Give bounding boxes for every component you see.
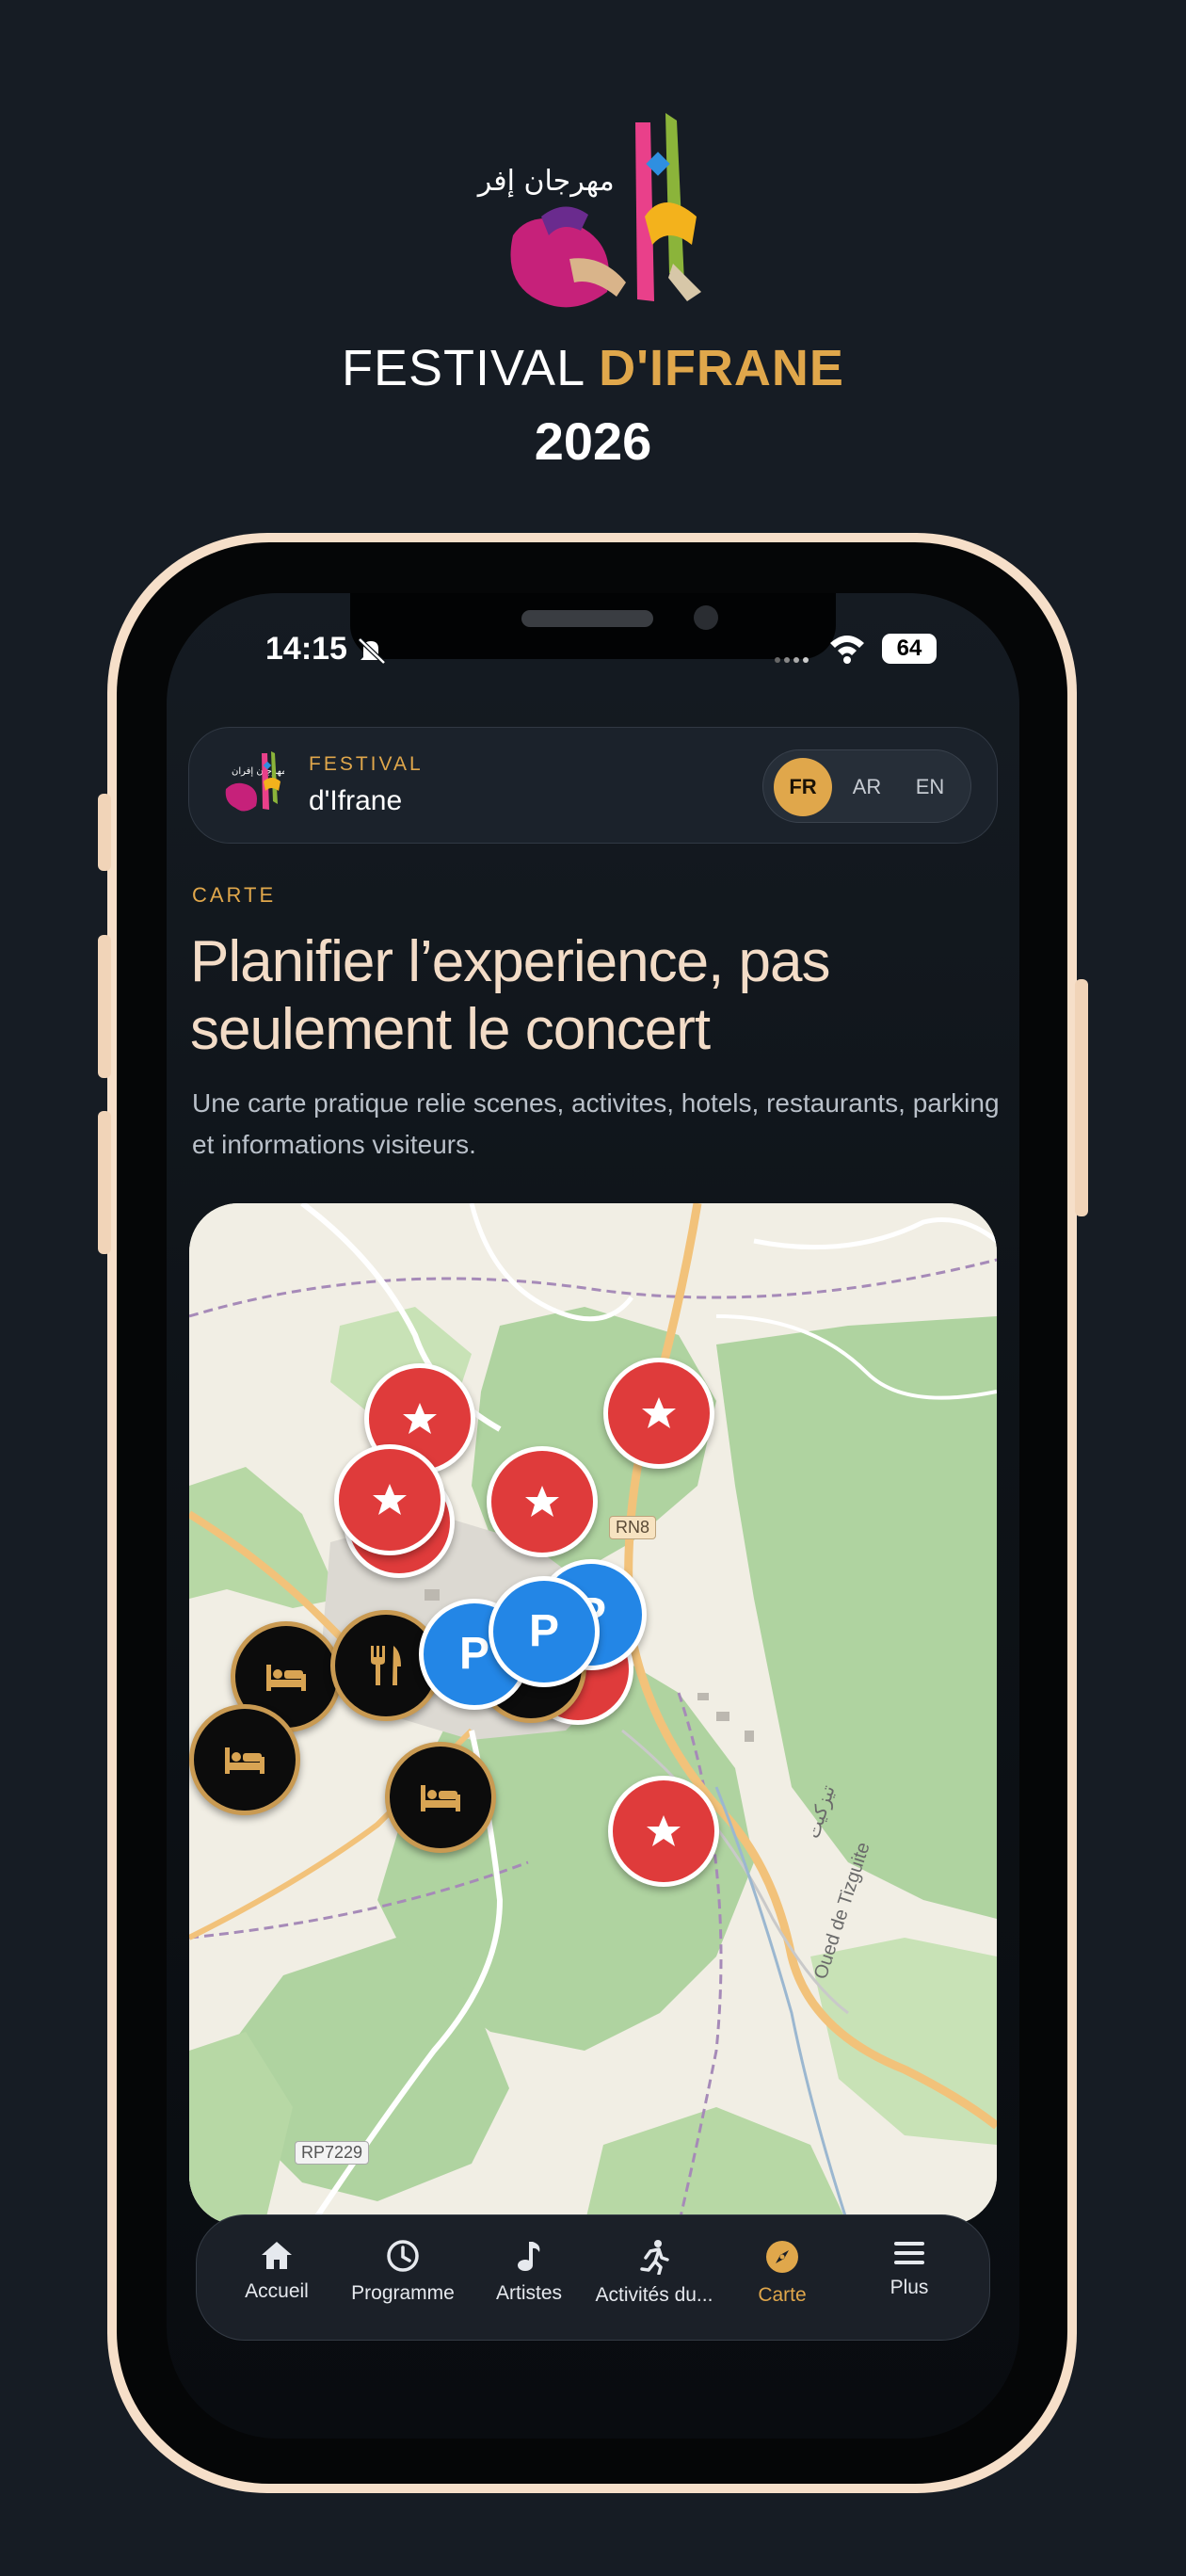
star-icon	[647, 1815, 681, 1846]
nav-item-carte[interactable]: Carte	[721, 2239, 843, 2307]
road-label-rp7229: RP7229	[295, 2141, 370, 2165]
lang-button-fr[interactable]: FR	[774, 758, 832, 816]
nav-label: Artistes	[495, 2282, 562, 2304]
nav-label: Activités du...	[595, 2284, 713, 2306]
star-icon	[373, 1484, 407, 1515]
side-button	[98, 1111, 111, 1254]
status-time: 14:15	[265, 631, 347, 667]
speaker-grille	[521, 610, 653, 627]
lang-button-en[interactable]: EN	[901, 758, 959, 816]
stage-marker[interactable]	[603, 1358, 714, 1469]
stage-marker[interactable]	[608, 1776, 719, 1887]
promo-year: 2026	[534, 411, 652, 471]
clock-icon	[387, 2240, 419, 2272]
fork-knife-icon	[371, 1646, 401, 1685]
section-eyebrow: CARTE	[192, 883, 277, 907]
star-icon	[403, 1403, 437, 1434]
stage-marker[interactable]	[334, 1444, 445, 1555]
header-kicker: FESTIVAL	[309, 753, 424, 775]
battery-icon: 64	[882, 634, 937, 664]
nav-label: Accueil	[245, 2280, 309, 2302]
nav-item-artistes[interactable]: Artistes	[468, 2239, 590, 2305]
lang-button-ar[interactable]: AR	[838, 758, 896, 816]
bed-icon	[266, 1665, 306, 1691]
parking-marker[interactable]: P	[489, 1576, 600, 1687]
hotel-marker[interactable]	[385, 1742, 496, 1853]
nav-item-plus[interactable]: Plus	[848, 2239, 970, 2299]
side-button	[98, 935, 111, 1078]
nav-label: Plus	[890, 2277, 929, 2298]
nav-item-activites[interactable]: Activités du...	[593, 2239, 715, 2307]
road-label-rn8: RN8	[609, 1516, 657, 1539]
parking-icon: P	[528, 1606, 559, 1656]
menu-icon	[894, 2242, 924, 2264]
running-icon	[640, 2240, 669, 2275]
music-note-icon	[518, 2242, 540, 2271]
app-logo[interactable]: مهرجان إفران	[218, 748, 286, 819]
nav-label: Programme	[351, 2282, 455, 2304]
side-button	[98, 794, 111, 871]
hotel-marker[interactable]	[189, 1704, 300, 1815]
home-icon	[262, 2242, 292, 2269]
wifi-icon	[828, 632, 866, 664]
promo-title-plain: FESTIVAL	[342, 340, 600, 396]
bed-icon	[421, 1785, 460, 1811]
front-camera	[694, 605, 718, 630]
promo-title-accent: D'IFRANE	[599, 340, 844, 396]
nav-item-programme[interactable]: Programme	[342, 2239, 464, 2305]
page-headline: Planifier l’experience, pas seulement le…	[190, 929, 831, 1062]
nav-item-accueil[interactable]: Accueil	[216, 2239, 338, 2303]
star-icon	[642, 1397, 676, 1428]
mute-bell-icon	[356, 636, 388, 665]
festival-logo: مهرجان إفران	[449, 104, 711, 330]
header-festival-name: d'Ifrane	[309, 785, 403, 816]
promo-title: FESTIVAL D'IFRANE	[0, 339, 1186, 397]
side-button	[1075, 979, 1088, 1216]
nav-label: Carte	[758, 2284, 807, 2306]
compass-icon	[766, 2241, 798, 2273]
signal-dots-icon	[772, 642, 813, 665]
header-logo-arabic: مهرجان إفران	[232, 766, 284, 777]
bed-icon	[225, 1747, 264, 1774]
star-icon	[525, 1486, 559, 1517]
page-intro: Une carte pratique relie scenes, activit…	[192, 1088, 1000, 1159]
logo-arabic-text: مهرجان إفران	[475, 165, 615, 198]
stage-marker[interactable]	[487, 1446, 598, 1557]
festival-map[interactable]: RN8 RP7229 Oued de Tizguite تيزكيت P P P	[189, 1203, 997, 2225]
